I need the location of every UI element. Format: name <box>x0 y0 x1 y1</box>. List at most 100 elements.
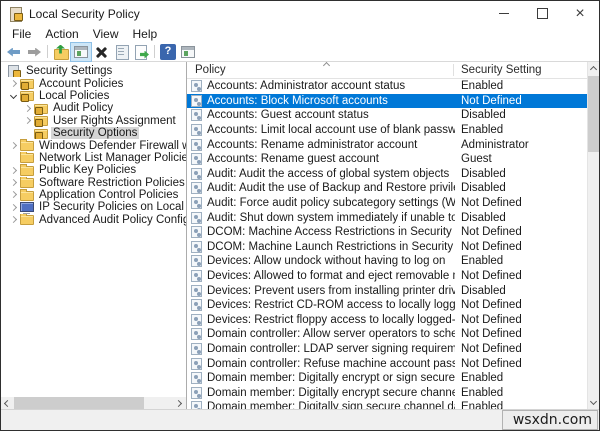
tree-item-audit-policy[interactable]: Audit Policy <box>1 102 186 115</box>
policy-list-pane: Policy Security Setting Accounts: Admini… <box>187 62 599 409</box>
policy-row[interactable]: Devices: Allowed to format and eject rem… <box>187 269 587 284</box>
horizontal-scroll-thumb[interactable] <box>14 397 144 409</box>
scroll-down-icon[interactable] <box>588 396 599 409</box>
chevron-right-icon[interactable] <box>8 201 20 213</box>
menu-help[interactable]: Help <box>126 27 165 41</box>
policy-row[interactable]: Audit: Force audit policy subcategory se… <box>187 196 587 211</box>
tree-item-advanced-audit-policy-configuration[interactable]: Advanced Audit Policy Configuration <box>1 213 186 226</box>
tree-item-public-key-policies[interactable]: Public Key Policies <box>1 164 186 176</box>
properties-button[interactable] <box>111 43 131 61</box>
column-header-security-setting[interactable]: Security Setting <box>461 64 542 76</box>
tree-item-user-rights-assignment[interactable]: User Rights Assignment <box>1 115 186 127</box>
tree-item-network-list-manager-policies[interactable]: Network List Manager Policies <box>1 151 186 164</box>
policy-row[interactable]: Domain member: Digitally sign secure cha… <box>187 400 587 409</box>
policy-row[interactable]: Domain member: Digitally encrypt or sign… <box>187 371 587 386</box>
tree-item-label: Application Control Policies <box>39 189 179 202</box>
policy-row[interactable]: Accounts: Guest account status Disabled <box>187 108 587 123</box>
policy-row[interactable]: Audit: Audit the use of Backup and Resto… <box>187 181 587 196</box>
menu-view[interactable]: View <box>86 27 126 41</box>
policy-name: Devices: Restrict floppy access to local… <box>207 313 455 326</box>
policy-setting: Not Defined <box>461 357 522 370</box>
tree-item-application-control-policies[interactable]: Application Control Policies <box>1 188 186 202</box>
policy-name: Devices: Allowed to format and eject rem… <box>207 270 455 283</box>
policy-name: DCOM: Machine Launch Restrictions in Sec… <box>207 240 455 253</box>
up-one-level-button[interactable] <box>51 43 71 61</box>
chevron-right-icon[interactable] <box>8 164 20 176</box>
menu-file[interactable]: File <box>5 27 38 41</box>
policy-row[interactable]: Devices: Restrict CD-ROM access to local… <box>187 298 587 313</box>
chevron-right-icon[interactable] <box>22 115 34 127</box>
export-list-icon <box>133 44 149 60</box>
scroll-left-icon[interactable] <box>1 397 13 409</box>
policy-rows: Accounts: Administrator account status En… <box>187 79 587 409</box>
tree-item-security-options[interactable]: Security Options <box>1 127 186 140</box>
list-vertical-scrollbar[interactable] <box>587 62 599 409</box>
show-console-tree-button[interactable] <box>70 41 92 62</box>
column-header-policy[interactable]: Policy <box>195 64 226 76</box>
scroll-right-icon[interactable] <box>174 397 186 409</box>
scroll-up-icon[interactable] <box>588 62 599 75</box>
policy-row[interactable]: Devices: Prevent users from installing p… <box>187 283 587 298</box>
close-button[interactable] <box>561 1 599 26</box>
policy-row[interactable]: Audit: Audit the access of global system… <box>187 167 587 182</box>
back-button[interactable] <box>4 43 24 61</box>
menu-action[interactable]: Action <box>38 27 85 41</box>
chevron-right-icon[interactable] <box>22 102 34 114</box>
tree-horizontal-scrollbar[interactable] <box>1 397 186 409</box>
help-button[interactable] <box>158 43 178 61</box>
chevron-right-icon[interactable] <box>8 189 20 201</box>
tree-item-account-policies[interactable]: Account Policies <box>1 77 186 90</box>
chevron-right-icon[interactable] <box>8 214 20 226</box>
policy-icon <box>191 313 202 326</box>
minimize-button[interactable] <box>485 1 523 26</box>
column-divider[interactable] <box>453 64 454 76</box>
policy-row[interactable]: Domain member: Digitally encrypt secure … <box>187 385 587 400</box>
policy-row[interactable]: Accounts: Administrator account status En… <box>187 79 587 94</box>
tree-items: Security Settings Account Policies Local P… <box>1 65 186 226</box>
chevron-right-icon[interactable] <box>8 77 20 89</box>
tree-item-software-restriction-policies[interactable]: Software Restriction Policies <box>1 176 186 189</box>
export-list-button[interactable] <box>131 43 151 61</box>
policy-setting: Not Defined <box>461 240 522 253</box>
maximize-button[interactable] <box>523 1 561 26</box>
policy-name: Accounts: Limit local account use of bla… <box>207 124 455 137</box>
vertical-scroll-thumb[interactable] <box>588 76 599 152</box>
forward-button[interactable] <box>24 43 44 61</box>
tree-item-security-settings[interactable]: Security Settings <box>1 65 186 78</box>
chevron-right-icon[interactable] <box>8 177 20 189</box>
watermark: wsxdn.com <box>502 410 598 430</box>
policy-setting: Enabled <box>461 372 504 385</box>
policy-icon <box>191 342 202 355</box>
tree-item-ip-security-policies-on-local-compute[interactable]: IP Security Policies on Local Compute <box>1 201 186 214</box>
chevron-down-icon[interactable] <box>8 90 20 102</box>
policy-icon <box>191 372 202 385</box>
tree-item-windows-defender-firewall-with-adva[interactable]: Windows Defender Firewall with Adva <box>1 139 186 152</box>
chevron-right-icon[interactable] <box>8 139 20 151</box>
policy-row[interactable]: Domain controller: Allow server operator… <box>187 327 587 342</box>
policy-row[interactable]: Devices: Restrict floppy access to local… <box>187 313 587 328</box>
tree-item-label: User Rights Assignment <box>53 114 176 127</box>
policy-setting: Not Defined <box>461 226 522 239</box>
policy-name: Accounts: Administrator account status <box>207 80 406 93</box>
policy-row[interactable]: Accounts: Rename guest account Guest <box>187 152 587 167</box>
policy-icon <box>191 80 202 93</box>
policy-row[interactable]: Accounts: Rename administrator account Ad… <box>187 137 587 152</box>
policy-row[interactable]: DCOM: Machine Launch Restrictions in Sec… <box>187 240 587 255</box>
tree-item-label: Advanced Audit Policy Configuration <box>39 213 186 226</box>
policy-setting: Not Defined <box>461 94 522 107</box>
policy-row[interactable]: Accounts: Limit local account use of bla… <box>187 123 587 138</box>
policy-name: Domain member: Digitally encrypt secure … <box>207 386 455 399</box>
new-window-button[interactable] <box>178 43 198 61</box>
policy-setting: Disabled <box>461 109 506 122</box>
policy-name: Audit: Shut down system immediately if u… <box>207 211 455 224</box>
policy-row[interactable]: Accounts: Block Microsoft accounts Not De… <box>187 93 587 109</box>
policy-row[interactable]: Domain controller: LDAP server signing r… <box>187 342 587 357</box>
policy-row[interactable]: Devices: Allow undock without having to … <box>187 254 587 269</box>
policy-row[interactable]: Audit: Shut down system immediately if u… <box>187 210 587 225</box>
policy-row[interactable]: DCOM: Machine Access Restrictions in Sec… <box>187 225 587 240</box>
policy-icon <box>191 182 202 195</box>
policy-row[interactable]: Domain controller: Refuse machine accoun… <box>187 356 587 371</box>
folder-icon <box>20 164 34 176</box>
tree-item-local-policies[interactable]: Local Policies <box>1 90 186 103</box>
delete-button[interactable] <box>91 43 111 61</box>
